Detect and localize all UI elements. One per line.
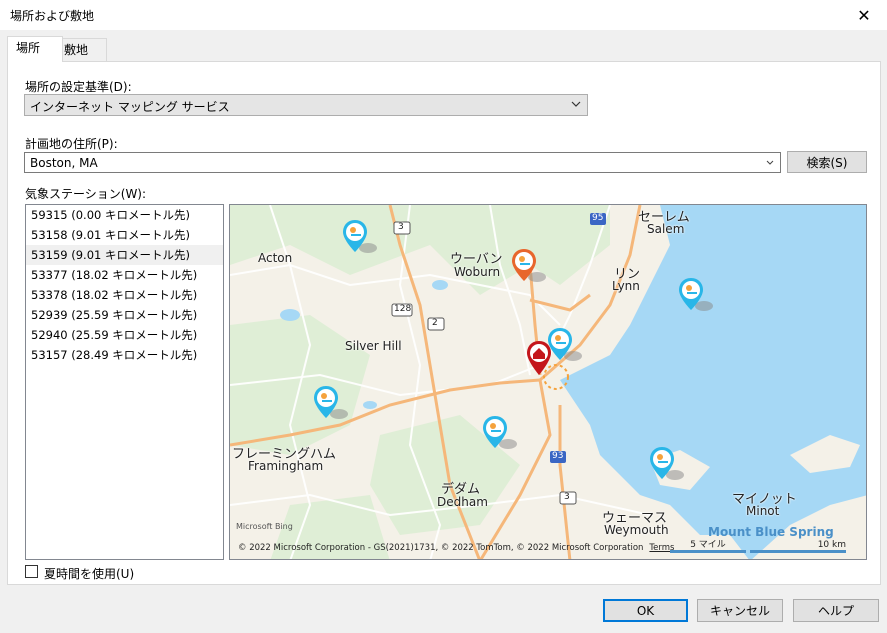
address-input[interactable]: Boston, MA — [24, 152, 781, 173]
weather-station-pin-selected[interactable] — [510, 247, 550, 293]
place-dedham: Dedham — [437, 495, 488, 509]
station-item[interactable]: 59315 (0.00 キロメートル先) — [26, 205, 223, 225]
station-list[interactable]: 59315 (0.00 キロメートル先) 53158 (9.01 キロメートル先… — [25, 204, 224, 560]
map-view[interactable]: 3 128 2 95 93 3 Acton ウーバン Woburn セーレム S… — [229, 204, 867, 560]
place-acton: Acton — [258, 251, 293, 265]
dst-checkbox[interactable] — [25, 565, 38, 578]
scale-miles: 5 マイル — [670, 537, 746, 553]
window-title: 場所および敷地 — [10, 9, 95, 23]
scale-km-label: 10 km — [817, 540, 846, 550]
title-bar: 場所および敷地 ✕ — [0, 0, 887, 30]
cancel-button[interactable]: キャンセル — [697, 599, 783, 622]
help-button[interactable]: ヘルプ — [793, 599, 879, 622]
weather-station-pin[interactable] — [341, 218, 381, 264]
scale-miles-bar — [670, 550, 746, 553]
place-woburn: Woburn — [454, 265, 501, 279]
station-item[interactable]: 53378 (18.02 キロメートル先) — [26, 285, 223, 305]
place-silver-hill: Silver Hill — [345, 339, 402, 353]
weather-station-pin[interactable] — [677, 276, 717, 322]
weather-station-pin[interactable] — [312, 384, 352, 430]
copyright-text: © 2022 Microsoft Corporation - GS(2021)1… — [238, 543, 644, 553]
road-shield-128: 128 — [394, 304, 412, 314]
tab-location[interactable]: 場所 — [7, 36, 63, 62]
stations-label: 気象ステーション(W): — [25, 187, 147, 201]
road-shield-3b: 3 — [564, 492, 570, 502]
place-weymouth: Weymouth — [604, 523, 669, 537]
map-copyright: © 2022 Microsoft Corporation - GS(2021)1… — [238, 543, 674, 553]
address-label: 計画地の住所(P): — [25, 137, 118, 151]
station-item-selected[interactable]: 53159 (9.01 キロメートル先) — [26, 245, 223, 265]
place-minot: Minot — [746, 504, 780, 518]
station-item[interactable]: 53377 (18.02 キロメートル先) — [26, 265, 223, 285]
location-basis-label: 場所の設定基準(D): — [25, 80, 132, 94]
scale-km-bar — [750, 550, 846, 553]
chevron-down-icon — [766, 160, 774, 165]
address-value: Boston, MA — [30, 156, 98, 170]
weather-station-pin[interactable] — [481, 414, 521, 460]
road-shield-2: 2 — [432, 318, 438, 328]
place-salem: Salem — [647, 222, 685, 236]
station-item[interactable]: 52939 (25.59 キロメートル先) — [26, 305, 223, 325]
weather-station-pin[interactable] — [648, 445, 688, 491]
location-basis-dropdown[interactable]: インターネット マッピング サービス — [24, 94, 588, 116]
road-shield-93: 93 — [552, 451, 564, 461]
station-item[interactable]: 53158 (9.01 キロメートル先) — [26, 225, 223, 245]
scale-miles-label: 5 マイル — [690, 540, 726, 550]
location-basis-value: インターネット マッピング サービス — [30, 100, 230, 114]
place-lynn: Lynn — [612, 279, 640, 293]
search-button[interactable]: 検索(S) — [787, 151, 867, 173]
ok-button[interactable]: OK — [603, 599, 688, 622]
road-shield-95: 95 — [592, 213, 604, 223]
road-shield-3: 3 — [398, 222, 404, 232]
station-item[interactable]: 52940 (25.59 キロメートル先) — [26, 325, 223, 345]
place-framingham: Framingham — [248, 459, 324, 473]
chevron-down-icon — [571, 101, 581, 107]
station-item[interactable]: 53157 (28.49 キロメートル先) — [26, 345, 223, 365]
bing-logo: Microsoft Bing — [236, 522, 293, 531]
close-button[interactable]: ✕ — [841, 0, 887, 30]
scale-km: 10 km — [750, 540, 846, 553]
home-location-pin[interactable] — [525, 339, 553, 379]
dst-label: 夏時間を使用(U) — [44, 567, 135, 581]
